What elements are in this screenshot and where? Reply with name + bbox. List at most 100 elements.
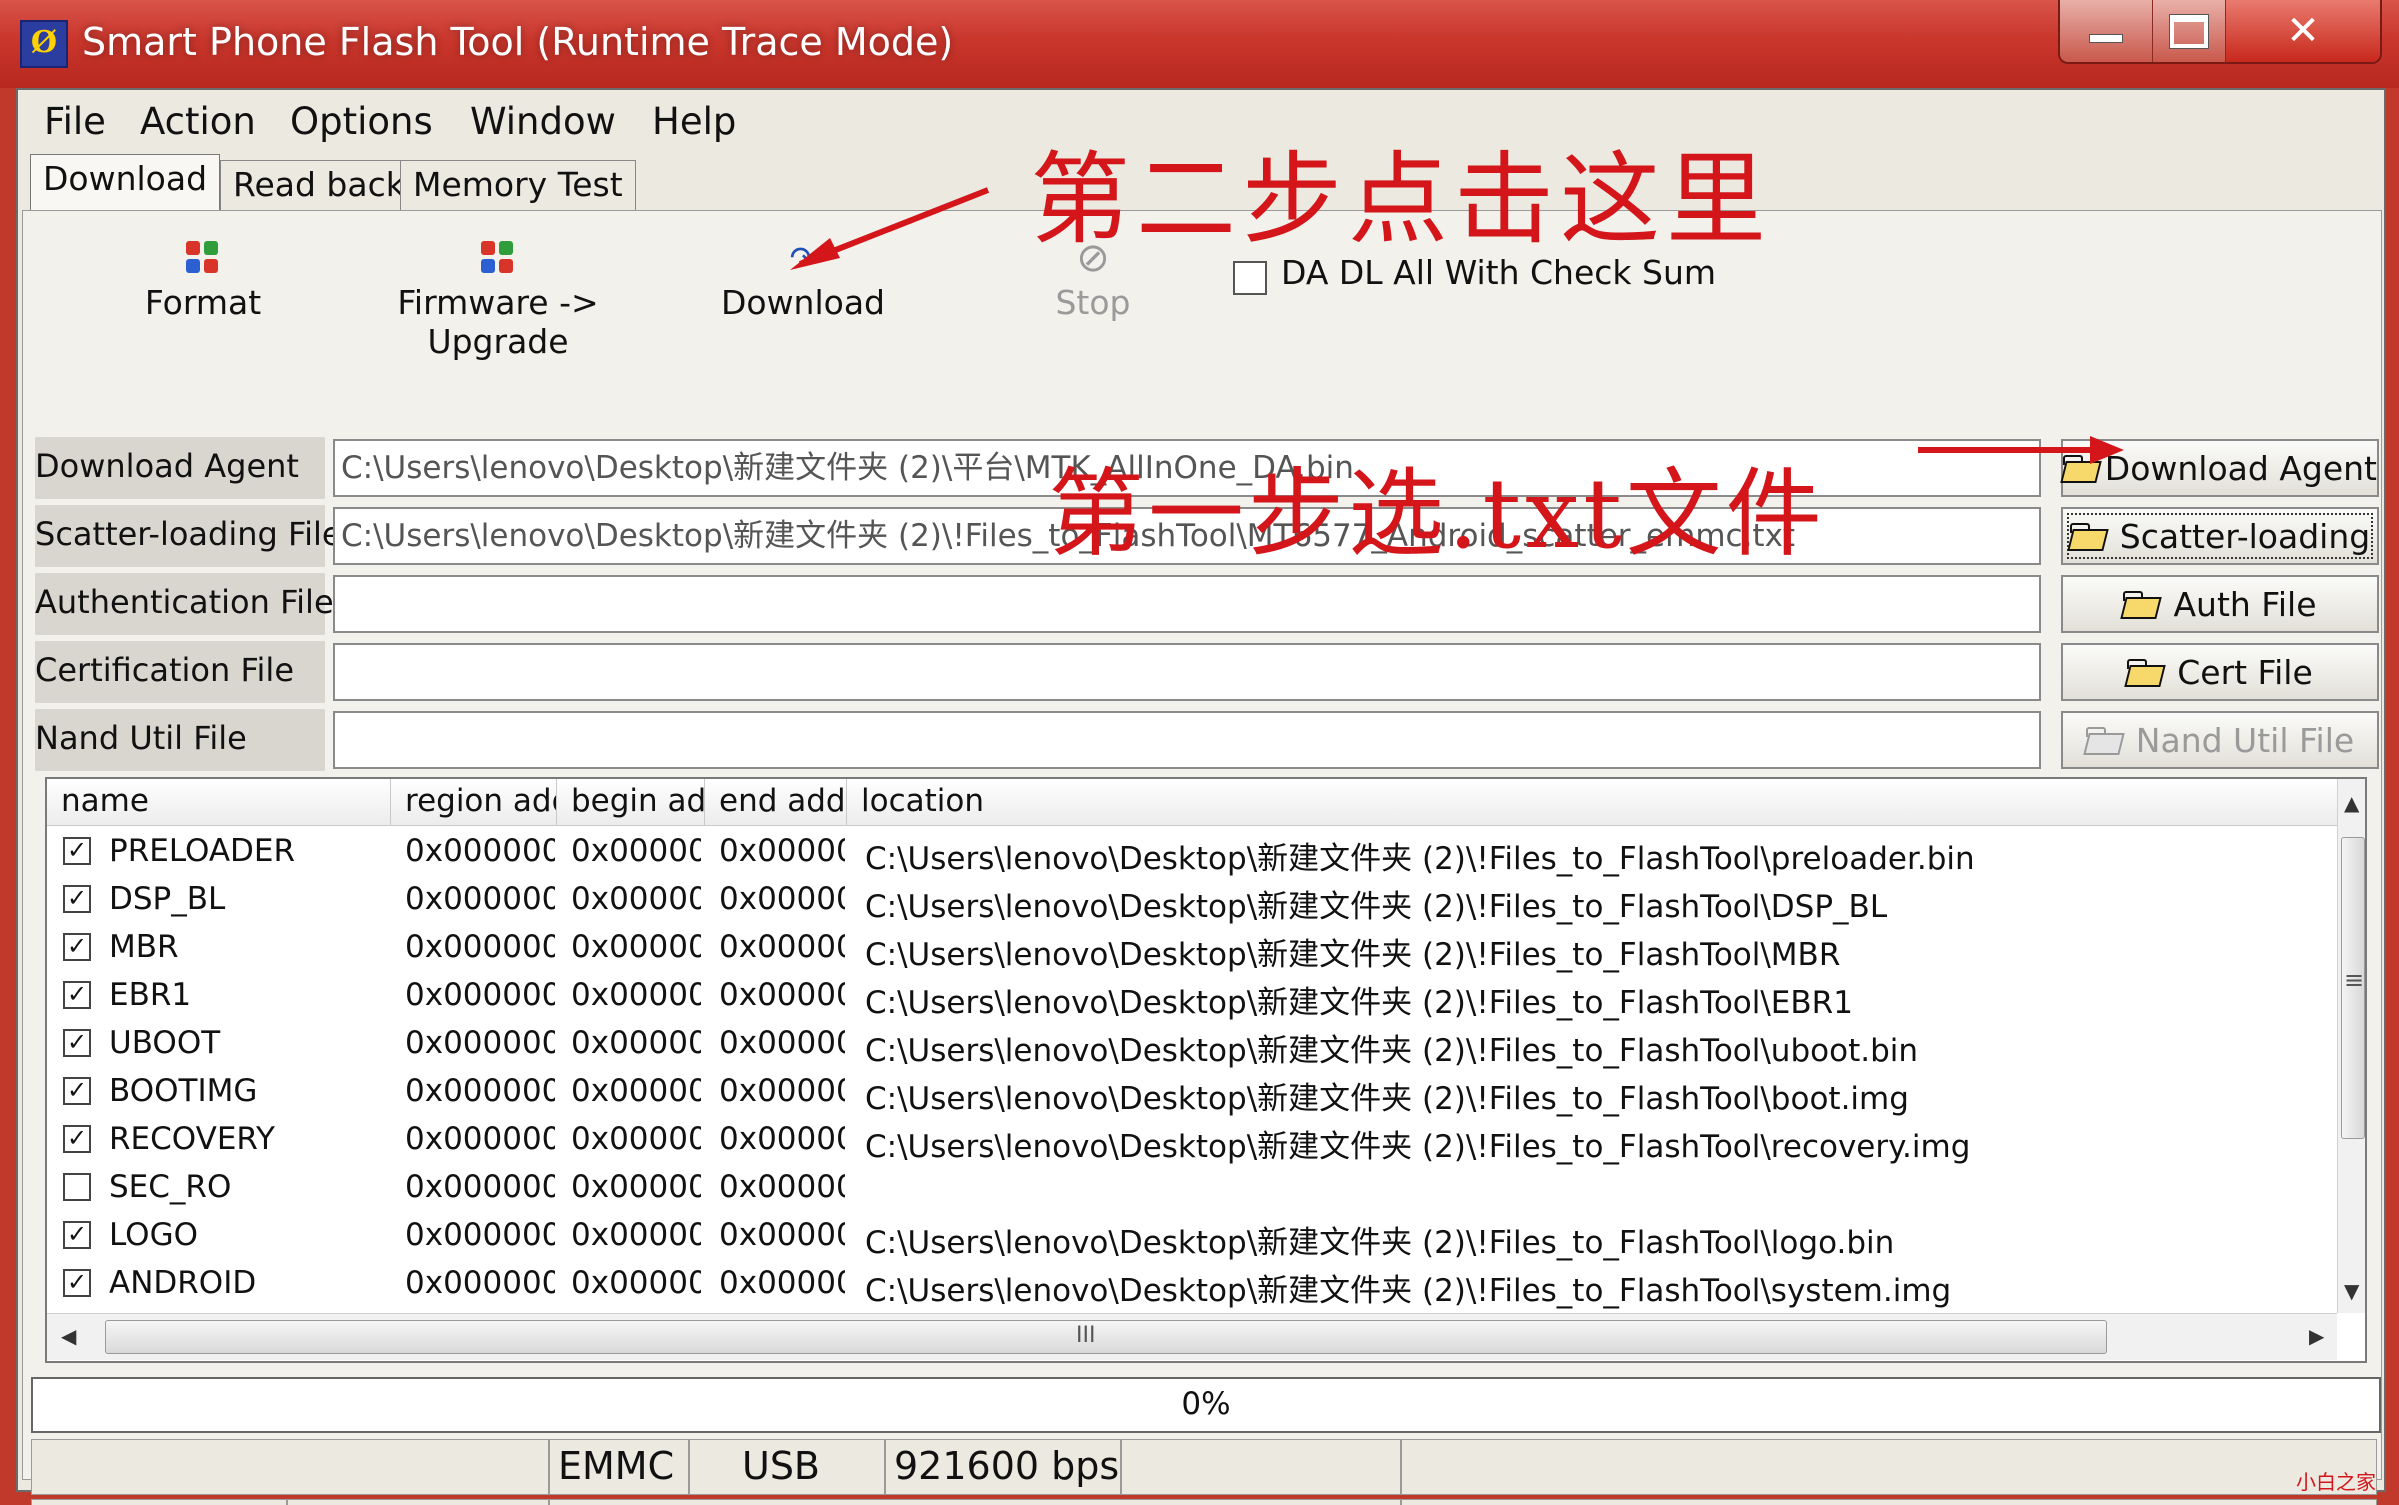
window-title: Smart Phone Flash Tool (Runtime Trace Mo…	[82, 20, 954, 64]
partition-checkbox[interactable]: ✓	[63, 885, 91, 913]
cell-end: 0x00000000...	[719, 1169, 845, 1205]
format-button[interactable]: Format	[123, 239, 283, 322]
partition-table: name region address begin address end ad…	[45, 777, 2367, 1363]
cert-file-button[interactable]: Cert File	[2061, 643, 2379, 701]
auth-file-button-label: Auth File	[2173, 584, 2317, 624]
format-icon	[184, 239, 222, 277]
title-bar[interactable]: Ø Smart Phone Flash Tool (Runtime Trace …	[0, 0, 2399, 88]
download-icon: ↷	[789, 239, 817, 277]
table-row[interactable]: SEC_RO 0x000000000... 0x00000000... 0x00000…	[47, 1163, 2337, 1211]
cell-end: 0x00000000...	[719, 929, 845, 965]
check-icon: ✓	[66, 836, 88, 864]
column-header-begin-address[interactable]: begin address	[557, 779, 705, 825]
column-header-end-address[interactable]: end address	[705, 779, 847, 825]
nand-util-file-field[interactable]	[333, 711, 2041, 769]
partition-checkbox[interactable]: ✓	[63, 1269, 91, 1297]
menu-action[interactable]: Action	[140, 100, 256, 143]
vertical-scroll-thumb[interactable]: ≡	[2341, 837, 2365, 1139]
menu-window[interactable]: Window	[470, 100, 616, 143]
partition-checkbox[interactable]: ✓	[63, 1077, 91, 1105]
download-button[interactable]: ↷ Download	[703, 239, 903, 322]
table-row[interactable]: ✓ BOOTIMG 0x000000000... 0x00000000... 0x000…	[47, 1067, 2337, 1117]
table-row[interactable]: ✓ LOGO 0x000000000... 0x00000000... 0x000000…	[47, 1211, 2337, 1261]
cell-region: 0x000000000...	[405, 1073, 555, 1109]
partition-checkbox[interactable]: ✓	[63, 1125, 91, 1153]
check-icon: ✓	[66, 932, 88, 960]
cell-location: C:\Users\lenovo\Desktop\新建文件夹 (2)\!Files…	[865, 1225, 1895, 1261]
table-row[interactable]: ✓ ANDROID 0x000000000... 0x00000000... 0x000…	[47, 1259, 2337, 1309]
partition-checkbox[interactable]: ✓	[63, 1029, 91, 1057]
column-header-location[interactable]: location	[847, 779, 2337, 825]
table-row[interactable]: ✓ UBOOT 0x000000000... 0x00000000... 0x00000…	[47, 1019, 2337, 1069]
status-cell	[287, 1499, 549, 1505]
nand-util-file-button[interactable]: Nand Util File	[2061, 711, 2379, 769]
table-row[interactable]: ✓ MBR 0x000000000... 0x00000000... 0x0000000…	[47, 923, 2337, 973]
cell-end: 0x00000000...	[719, 881, 845, 917]
folder-icon	[2063, 455, 2091, 481]
format-label: Format	[144, 283, 262, 322]
tab-download[interactable]: Download	[30, 154, 221, 211]
scroll-right-icon[interactable]: ▶	[2309, 1324, 2324, 1348]
horizontal-scrollbar[interactable]: ◀ III ▶	[47, 1313, 2337, 1360]
maximize-button[interactable]	[2152, 0, 2225, 62]
cell-location: C:\Users\lenovo\Desktop\新建文件夹 (2)\!Files…	[865, 889, 1888, 925]
status-cell	[1401, 1439, 2377, 1495]
download-agent-button[interactable]: Download Agent	[2061, 439, 2379, 497]
cell-end: 0x00000000...	[719, 1073, 845, 1109]
scatter-loading-label: Scatter-loading File	[35, 505, 342, 567]
column-header-region-address[interactable]: region address	[391, 779, 557, 825]
minimize-button[interactable]	[2060, 0, 2152, 62]
close-icon: ✕	[2286, 8, 2320, 54]
client-area: File Action Options Window Help Download…	[16, 88, 2386, 1505]
partition-checkbox[interactable]: ✓	[63, 933, 91, 961]
status-cell	[1401, 1499, 2377, 1505]
firmware-upgrade-button[interactable]: Firmware -> Upgrade	[333, 239, 663, 361]
partition-checkbox[interactable]: ✓	[63, 981, 91, 1009]
cell-end: 0x00000000...	[719, 1121, 845, 1157]
cell-region: 0x000000000...	[405, 1265, 555, 1301]
table-row[interactable]: ✓ PRELOADER 0x000000000... 0x00000000... 0x0…	[47, 827, 2337, 877]
authentication-file-field[interactable]	[333, 575, 2041, 633]
auth-file-button[interactable]: Auth File	[2061, 575, 2379, 633]
authentication-file-label: Authentication File	[35, 573, 334, 635]
cell-region: 0x000000000...	[405, 881, 555, 917]
check-icon: ✓	[66, 1220, 88, 1248]
cell-region: 0x000000000...	[405, 1169, 555, 1205]
scatter-loading-button[interactable]: Scatter-loading	[2061, 507, 2379, 565]
scroll-left-icon[interactable]: ◀	[61, 1324, 76, 1348]
horizontal-scroll-thumb[interactable]: III	[105, 1320, 2107, 1354]
certification-file-field[interactable]	[333, 643, 2041, 701]
menu-file[interactable]: File	[44, 100, 106, 143]
table-row[interactable]: ✓ RECOVERY 0x000000000... 0x00000000... 0x00…	[47, 1115, 2337, 1165]
check-icon: ✓	[66, 1028, 88, 1056]
partition-checkbox[interactable]: ✓	[63, 1221, 91, 1249]
menu-options[interactable]: Options	[290, 100, 433, 143]
close-button[interactable]: ✕	[2225, 0, 2380, 62]
da-dl-checksum-checkbox[interactable]	[1233, 261, 1267, 295]
scroll-down-icon[interactable]: ▼	[2344, 1279, 2359, 1303]
tab-memory-test[interactable]: Memory Test	[400, 160, 636, 211]
table-row[interactable]: ✓ EBR1 0x000000000... 0x00000000... 0x000000…	[47, 971, 2337, 1021]
check-icon: ✓	[66, 1124, 88, 1152]
table-row[interactable]: ✓ DSP_BL 0x000000000... 0x00000000... 0x0000…	[47, 875, 2337, 925]
table-header: name region address begin address end ad…	[47, 779, 2337, 826]
folder-icon	[2069, 523, 2106, 549]
cell-begin: 0x00000000...	[571, 1217, 701, 1253]
menu-help[interactable]: Help	[652, 100, 736, 143]
cell-region: 0x000000000...	[405, 833, 555, 869]
scroll-grip-icon: III	[1076, 1323, 1096, 1348]
cell-name: EBR1	[109, 977, 192, 1013]
watermark: 小白之家	[2296, 1470, 2376, 1494]
progress-label: 0%	[1181, 1386, 1231, 1422]
cell-name: RECOVERY	[109, 1121, 275, 1157]
column-header-name[interactable]: name	[47, 779, 391, 825]
scroll-up-icon[interactable]: ▲	[2344, 791, 2359, 815]
download-label: Download	[720, 283, 886, 322]
tab-read-back[interactable]: Read back	[220, 160, 418, 211]
partition-checkbox[interactable]	[63, 1173, 91, 1201]
cell-name: ANDROID	[109, 1265, 257, 1301]
nand-util-file-label: Nand Util File	[35, 709, 325, 771]
vertical-scrollbar[interactable]: ▲ ≡ ▼	[2337, 779, 2365, 1313]
partition-checkbox[interactable]: ✓	[63, 837, 91, 865]
cell-end: 0x00000000...	[719, 1265, 845, 1301]
